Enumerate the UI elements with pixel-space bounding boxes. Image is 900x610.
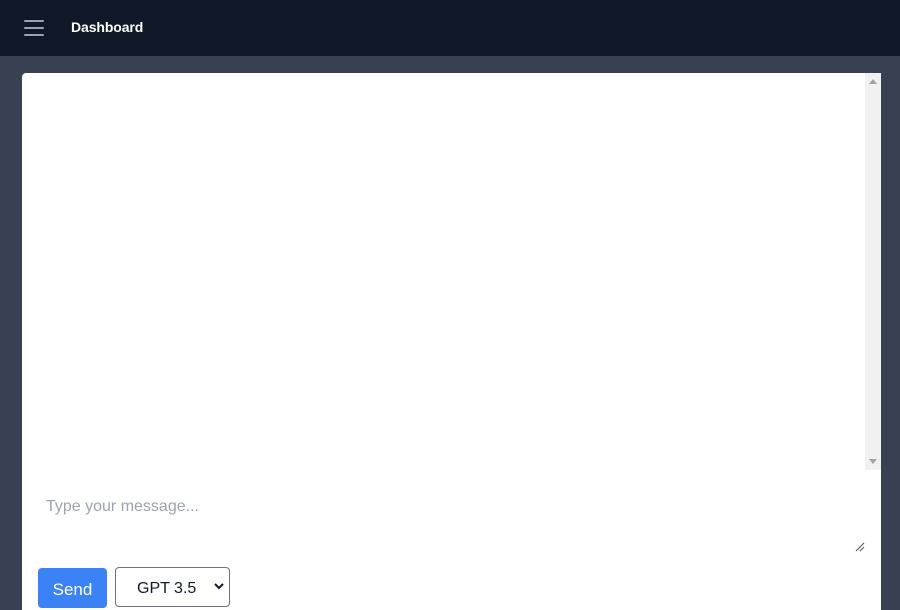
model-select[interactable]: GPT 3.5 [115,567,230,607]
hamburger-menu-icon[interactable] [24,20,44,36]
chat-scrollbar[interactable] [865,73,881,470]
scroll-up-arrow-icon[interactable] [869,79,877,84]
resize-handle-icon[interactable] [855,542,865,552]
page-title: Dashboard [71,19,144,35]
message-input[interactable] [22,470,869,556]
model-select-value: GPT 3.5 [137,580,197,597]
message-composer: Send GPT 3.5 [22,470,881,610]
top-navbar: Dashboard [0,0,900,56]
chat-messages-area[interactable] [22,73,881,470]
send-button[interactable]: Send [38,568,107,608]
chevron-down-icon [214,583,224,590]
scroll-down-arrow-icon[interactable] [869,459,877,464]
